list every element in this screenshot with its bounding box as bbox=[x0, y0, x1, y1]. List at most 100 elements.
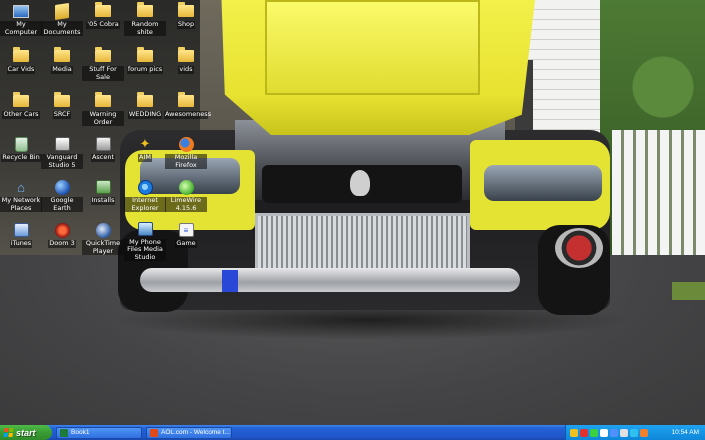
icon-label: My Documents bbox=[41, 20, 83, 36]
desktop-icon-media[interactable]: Media bbox=[41, 45, 83, 87]
desktop-icon-internet-explorer[interactable]: Internet Explorer bbox=[124, 176, 166, 218]
icon-label: Internet Explorer bbox=[124, 196, 166, 212]
desktop-icon-random-shite[interactable]: Random shite bbox=[124, 0, 166, 42]
tray-icon[interactable] bbox=[610, 428, 618, 437]
desktop-icon-itunes[interactable]: iTunes bbox=[0, 219, 42, 261]
icon-label: QuickTime Player bbox=[82, 239, 124, 255]
icon-label: forum pics bbox=[126, 65, 164, 74]
vanguard-icon bbox=[54, 137, 70, 151]
desktop-icon-firefox[interactable]: Mozilla Firefox bbox=[165, 133, 207, 175]
tray-icon[interactable] bbox=[590, 428, 598, 437]
icon-label: Doom 3 bbox=[48, 239, 76, 248]
folder-icon bbox=[54, 47, 70, 62]
folder-icon bbox=[13, 47, 29, 62]
wallpaper-pipe-coupler bbox=[222, 270, 238, 292]
icon-label: Other Cars bbox=[2, 110, 40, 119]
folder-icon bbox=[137, 47, 153, 62]
icon-label: Google Earth bbox=[41, 196, 83, 212]
desktop-icon-google-earth[interactable]: Google Earth bbox=[41, 176, 83, 218]
icon-label: My Computer bbox=[0, 20, 42, 36]
desktop-icon-warning-order[interactable]: Warning Order bbox=[82, 90, 124, 132]
icon-label: Media bbox=[51, 65, 73, 74]
quicktime-icon bbox=[95, 222, 111, 238]
doom3-icon bbox=[54, 222, 70, 238]
wallpaper-fence bbox=[612, 130, 705, 265]
installer-icon bbox=[95, 180, 111, 194]
folder-icon bbox=[95, 2, 111, 17]
desktop-icon-my-computer[interactable]: My Computer bbox=[0, 0, 42, 42]
windows-logo-icon bbox=[3, 428, 14, 437]
desktop-icon-vids[interactable]: vids bbox=[165, 45, 207, 87]
desktop-icon-05-cobra[interactable]: '05 Cobra bbox=[82, 0, 124, 42]
desktop-icon-car-vids[interactable]: Car Vids bbox=[0, 45, 42, 87]
wallpaper-air-filter bbox=[555, 228, 603, 268]
game-icon: ≡ bbox=[178, 223, 194, 237]
icon-label: SRCF bbox=[52, 110, 72, 119]
icon-label: '05 Cobra bbox=[86, 20, 120, 29]
desktop-icon-my-network-places[interactable]: ⌂ My Network Places bbox=[0, 176, 42, 218]
icon-label: Awesomeness bbox=[164, 110, 212, 119]
desktop-icon-shop[interactable]: Shop bbox=[165, 0, 207, 42]
network-places-icon: ⌂ bbox=[17, 179, 25, 195]
icon-label: Game bbox=[175, 239, 197, 248]
taskbar-button-book1[interactable]: Book1 bbox=[56, 426, 142, 439]
google-earth-icon bbox=[54, 179, 70, 195]
folder-icon bbox=[178, 47, 194, 62]
desktop-icon-phone-files[interactable]: My Phone Files Media Studio bbox=[124, 219, 166, 261]
desktop-icon-my-documents[interactable]: My Documents bbox=[41, 0, 83, 42]
icon-label: Vanguard Studio 5 bbox=[41, 153, 83, 169]
clock[interactable]: 10:54 AM bbox=[672, 429, 699, 436]
folder-icon bbox=[95, 92, 111, 107]
desktop-icon-doom3[interactable]: Doom 3 bbox=[41, 219, 83, 261]
limewire-icon bbox=[178, 179, 194, 195]
folder-icon bbox=[178, 92, 194, 107]
recycle-bin-icon bbox=[14, 136, 28, 152]
folder-icon bbox=[95, 47, 111, 62]
icon-label: My Network Places bbox=[0, 196, 42, 212]
volume-icon[interactable] bbox=[620, 428, 628, 437]
tray-icon[interactable] bbox=[600, 428, 608, 437]
wallpaper-headlight-right bbox=[484, 165, 602, 201]
taskbar-button-label: AOL.com - Welcome t... bbox=[161, 429, 230, 436]
folder-icon bbox=[54, 92, 70, 107]
folder-icon bbox=[137, 92, 153, 107]
desktop-icon-game[interactable]: ≡ Game bbox=[165, 219, 207, 261]
desktop-icon-aim[interactable]: ✦ AIM bbox=[124, 133, 166, 175]
desktop-icon-quicktime[interactable]: QuickTime Player bbox=[82, 219, 124, 261]
icon-label: Installs bbox=[90, 196, 116, 205]
desktop-icon-installs[interactable]: Installs bbox=[82, 176, 124, 218]
folder-icon bbox=[13, 92, 29, 107]
desktop-icon-ascent[interactable]: Ascent bbox=[82, 133, 124, 175]
desktop-icon-srcf[interactable]: SRCF bbox=[41, 90, 83, 132]
wallpaper-intercooler-pipe bbox=[140, 268, 520, 292]
taskbar: start Book1 AOL.com - Welcome t... 10:54… bbox=[0, 425, 705, 440]
desktop-icon-wedding[interactable]: WEDDING bbox=[124, 90, 166, 132]
desktop-icon-awesomeness[interactable]: Awesomeness bbox=[164, 90, 212, 132]
tray-icon[interactable] bbox=[640, 428, 648, 437]
desktop-icon-stuff-for-sale[interactable]: Stuff For Sale bbox=[82, 45, 124, 87]
wallpaper-grass bbox=[672, 282, 705, 300]
taskbar-button-aol-browser[interactable]: AOL.com - Welcome t... bbox=[146, 426, 232, 439]
desktop-icon-limewire[interactable]: LimeWire 4.15.6 bbox=[165, 176, 207, 218]
desktop-icon-vanguard[interactable]: Vanguard Studio 5 bbox=[41, 133, 83, 175]
tray-icon[interactable] bbox=[570, 428, 578, 437]
itunes-icon bbox=[13, 223, 29, 237]
aim-icon: ✦ bbox=[139, 136, 151, 151]
firefox-icon bbox=[178, 136, 194, 152]
icon-label: WEDDING bbox=[127, 110, 163, 119]
tray-icon[interactable] bbox=[630, 428, 638, 437]
phone-files-icon bbox=[137, 222, 153, 237]
desktop-icon-recycle-bin[interactable]: Recycle Bin bbox=[0, 133, 42, 175]
desktop-icon-grid: My Computer My Documents '05 Cobra Rando… bbox=[0, 0, 212, 262]
folder-icon bbox=[137, 2, 153, 17]
desktop-icon-forum-pics[interactable]: forum pics bbox=[124, 45, 166, 87]
wallpaper-cobra-emblem bbox=[350, 170, 370, 196]
start-button[interactable]: start bbox=[0, 425, 52, 440]
wallpaper-hood-underside bbox=[265, 0, 480, 95]
tray-icon[interactable] bbox=[580, 428, 588, 437]
desktop-icon-other-cars[interactable]: Other Cars bbox=[0, 90, 42, 132]
icon-label: AIM bbox=[138, 153, 152, 162]
icon-label: vids bbox=[178, 65, 194, 74]
folder-icon bbox=[178, 2, 194, 17]
ascent-icon bbox=[95, 137, 111, 151]
